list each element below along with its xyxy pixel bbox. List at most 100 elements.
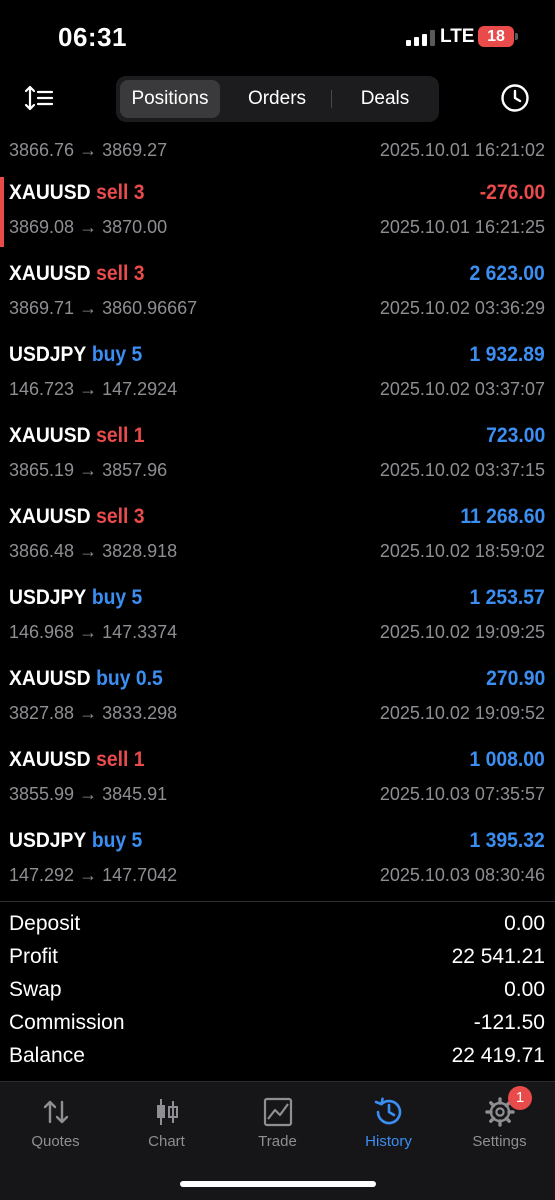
deal-prices: 3869.08 → 3870.00 [9,217,168,237]
deal-profit: 11 268.60 [460,505,545,528]
deal-row[interactable]: USDJPY buy 5 1 932.89 146.723 → 147.2924 202… [0,335,555,416]
tab-chart[interactable]: Chart [111,1082,222,1162]
list-item[interactable]: 3866.76 → 3869.27 2025.10.01 16:21:02 [0,136,555,166]
deal-row[interactable]: XAUUSD sell 1 723.00 3865.19 → 3857.96 2025.… [0,416,555,497]
deal-symbol: XAUUSD sell 3 [9,505,145,528]
commission-label: Commission [9,1011,125,1034]
deal-prices: 3866.48 → 3828.918 [9,541,178,561]
deal-datetime: 2025.10.01 16:21:25 [379,217,545,237]
deal-symbol: XAUUSD sell 3 [9,262,145,285]
deal-row[interactable]: XAUUSD sell 3 2 623.00 3869.71 → 3860.96667… [0,254,555,335]
trade-icon [263,1097,293,1127]
deal-symbol: XAUUSD sell 1 [9,424,145,447]
swap-value: 0.00 [504,978,545,1001]
toolbar: Positions Orders Deals [0,72,555,124]
clock-icon[interactable] [500,83,530,113]
deal-profit: 1 932.89 [469,343,545,366]
view-segmented-control: Positions Orders Deals [116,76,439,122]
deal-profit: 1 008.00 [469,748,545,771]
deal-row[interactable]: XAUUSD sell 3 -276.00 3869.08 → 3870.00 2025… [0,173,555,254]
tab-deals[interactable]: Deals [332,80,438,118]
signal-icon [406,30,436,46]
balance-value: 22 419.71 [451,1044,545,1067]
summary-swap: Swap 0.00 [0,976,555,1008]
profit-value: 22 541.21 [451,945,545,968]
deposit-value: 0.00 [504,912,545,935]
tab-history[interactable]: History [333,1082,444,1162]
deal-prices: 3866.76 → 3869.27 [9,140,168,160]
tab-history-label: History [365,1133,412,1150]
home-indicator[interactable] [180,1181,376,1187]
deal-prices: 3869.71 → 3860.96667 [9,298,198,318]
deal-prices: 147.292 → 147.7042 [9,865,178,885]
deal-side: sell 3 [96,181,145,204]
deal-side: sell 3 [96,262,145,285]
tab-positions[interactable]: Positions [120,80,220,118]
deal-profit: 2 623.00 [469,262,545,285]
profit-label: Profit [9,945,59,968]
deal-symbol: USDJPY buy 5 [9,586,143,609]
deal-prices: 146.723 → 147.2924 [9,379,178,399]
deal-side: sell 1 [96,748,145,771]
deal-datetime: 2025.10.02 03:37:15 [379,460,545,480]
deal-profit: 270.90 [485,667,545,690]
summary-balance: Balance 22 419.71 [0,1042,555,1074]
deal-symbol: USDJPY buy 5 [9,343,143,366]
deal-symbol: XAUUSD sell 1 [9,748,145,771]
deal-profit: 1 395.32 [469,829,545,852]
history-icon [374,1097,402,1125]
tab-trade[interactable]: Trade [222,1082,333,1162]
deal-datetime: 2025.10.03 08:30:46 [379,865,545,885]
status-bar: 06:31 LTE 18 [0,0,555,70]
deal-prices: 3855.99 → 3845.91 [9,784,168,804]
tab-quotes[interactable]: Quotes [0,1082,111,1162]
tab-settings[interactable]: Settings [444,1082,555,1162]
tab-chart-label: Chart [148,1133,185,1150]
deal-datetime: 2025.10.02 03:37:07 [379,379,545,399]
deal-prices: 3827.88 → 3833.298 [9,703,178,723]
tab-settings-label: Settings [472,1133,527,1150]
deal-datetime: 2025.10.02 19:09:52 [379,703,545,723]
deal-row[interactable]: USDJPY buy 5 1 253.57 146.968 → 147.3374 202… [0,578,555,659]
chart-icon [157,1099,178,1125]
tab-quotes-label: Quotes [31,1133,80,1150]
sort-icon[interactable] [24,84,54,112]
deal-datetime: 2025.10.02 19:09:25 [379,622,545,642]
deal-symbol: USDJPY buy 5 [9,829,143,852]
deposit-label: Deposit [9,912,81,935]
tab-orders[interactable]: Orders [224,80,330,118]
deal-symbol: XAUUSD sell 3 [9,181,145,204]
deal-datetime: 2025.10.02 18:59:02 [379,541,545,561]
quotes-icon [43,1100,69,1124]
settings-badge: 1 [508,1086,532,1110]
deal-profit: 723.00 [485,424,545,447]
deal-symbol: XAUUSD buy 0.5 [9,667,163,690]
deal-datetime: 2025.10.03 07:35:57 [379,784,545,804]
deal-row[interactable]: XAUUSD sell 3 11 268.60 3866.48 → 3828.918 2… [0,497,555,578]
status-time: 06:31 [58,22,127,52]
deal-side: buy 5 [91,829,143,852]
network-type: LTE [440,26,475,47]
deal-row[interactable]: XAUUSD buy 0.5 270.90 3827.88 → 3833.298 202… [0,659,555,740]
deal-prices: 3865.19 → 3857.96 [9,460,168,480]
battery-icon: 18 [478,26,518,47]
deal-row[interactable]: USDJPY buy 5 1 395.32 147.292 → 147.7042 202… [0,821,555,898]
commission-value: -121.50 [473,1011,545,1034]
deal-side: sell 1 [96,424,145,447]
deal-datetime: 2025.10.01 16:21:02 [379,140,545,160]
tab-trade-label: Trade [258,1133,297,1150]
deal-datetime: 2025.10.02 03:36:29 [379,298,545,318]
summary-divider [0,901,555,902]
summary-commission: Commission -121.50 [0,1009,555,1041]
selected-indicator [0,177,4,247]
deal-row[interactable]: XAUUSD sell 1 1 008.00 3855.99 → 3845.91 202… [0,740,555,821]
deal-side: buy 5 [91,586,143,609]
deals-list[interactable]: 3866.76 → 3869.27 2025.10.01 16:21:02 XA… [0,124,555,898]
deal-profit: -276.00 [479,181,545,204]
summary-profit: Profit 22 541.21 [0,943,555,975]
balance-label: Balance [9,1044,85,1067]
summary-deposit: Deposit 0.00 [0,910,555,942]
deal-side: buy 5 [91,343,143,366]
swap-label: Swap [9,978,62,1001]
deal-side: buy 0.5 [96,667,163,690]
